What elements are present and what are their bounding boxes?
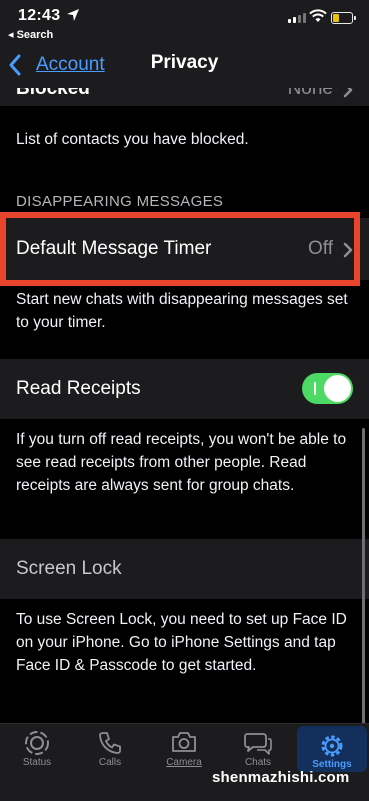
blocked-row[interactable]: Blocked None [0,88,369,106]
status-time: 12:43 [18,7,61,24]
camera-icon [172,732,196,752]
read-receipts-toggle[interactable] [302,373,353,404]
read-receipts-row: Read Receipts [0,359,369,419]
screen-lock-footer: To use Screen Lock, you need to set up F… [16,611,347,674]
chats-icon [244,733,272,755]
status-bar: 12:43 ◂ Search [0,0,369,44]
phone-icon [99,732,121,754]
nav-bar: Account Privacy [0,44,369,88]
read-receipts-footer: If you turn off read receipts, you won't… [16,431,347,494]
disappearing-messages-header: DISAPPEARING MESSAGES [16,193,224,210]
tab-bar: Status Calls Camera Chats Settings [0,723,369,801]
tab-calls[interactable]: Calls [75,724,145,801]
scrollbar[interactable] [362,428,365,723]
blocked-label: Blocked [16,88,90,99]
back-to-search-link[interactable]: ◂ Search [8,28,53,41]
page-title: Privacy [150,52,219,73]
tab-settings[interactable]: Settings [297,726,367,772]
tab-chats[interactable]: Chats [223,724,293,801]
screen-lock-label: Screen Lock [16,558,122,579]
toggle-knob [324,375,351,402]
gear-icon [321,735,343,757]
status-icon [25,731,49,755]
tab-calls-label: Calls [98,757,122,768]
tab-chats-label: Chats [244,757,272,768]
screen-lock-row[interactable]: Screen Lock [0,539,369,599]
highlight-box [0,212,360,286]
tab-camera-label: Camera [166,757,202,768]
privacy-list[interactable]: Blocked None List of contacts you have b… [0,88,369,723]
timer-footer: Start new chats with disappearing messag… [16,291,348,331]
watermark: shenmazhishi.com [212,769,350,786]
battery-icon [331,12,356,24]
read-receipts-label: Read Receipts [16,378,141,399]
tab-status[interactable]: Status [2,724,72,801]
location-arrow-icon [67,9,79,21]
tab-camera[interactable]: Camera [149,724,219,801]
chevron-right-icon [343,88,353,98]
tab-status-label: Status [22,757,52,768]
wifi-icon [309,9,327,22]
blocked-value: None [287,88,333,99]
blocked-footer: List of contacts you have blocked. [16,131,249,148]
